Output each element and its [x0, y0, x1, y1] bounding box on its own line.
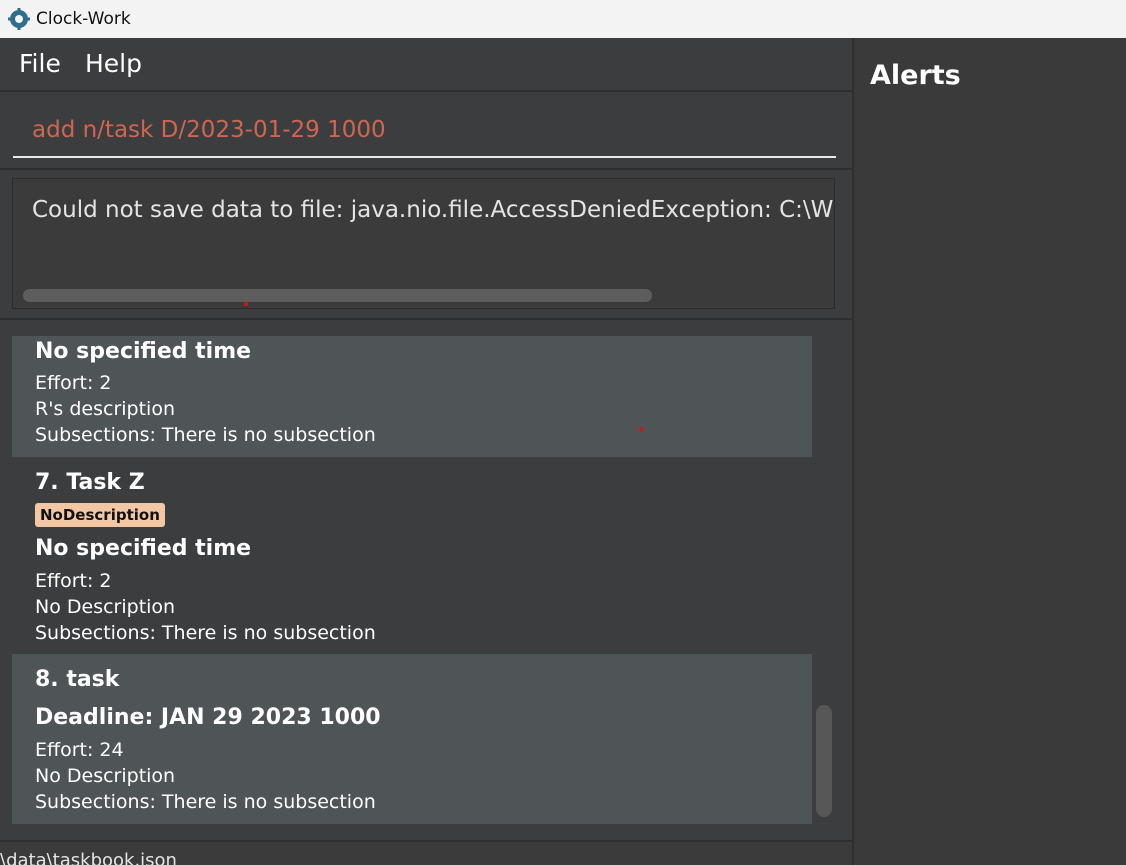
task-time: No specified time: [35, 339, 252, 364]
result-text: Could not save data to file: java.nio.fi…: [32, 197, 835, 223]
task-time: No specified time: [35, 536, 252, 561]
task-title: 8. task: [35, 667, 120, 692]
task-card[interactable]: 8. task Deadline: JAN 29 2023 1000 Effor…: [12, 654, 812, 824]
menu-file[interactable]: File: [19, 49, 61, 78]
result-display-area: Could not save data to file: java.nio.fi…: [0, 170, 852, 320]
menu-bar: File Help: [0, 38, 852, 92]
task-title: 7. Task Z: [35, 470, 145, 495]
task-effort: Effort: 2: [35, 372, 112, 394]
cursor-marker: [639, 427, 643, 431]
alerts-title: Alerts: [870, 60, 961, 91]
cursor-marker: [244, 302, 248, 306]
title-bar: Clock-Work: [0, 0, 1126, 38]
task-subsections: Subsections: There is no subsection: [35, 622, 376, 644]
window-title: Clock-Work: [36, 9, 131, 29]
menu-help[interactable]: Help: [85, 49, 142, 78]
command-box: [0, 92, 852, 170]
save-location: \data\taskbook.json: [0, 850, 177, 865]
task-description: No Description: [35, 596, 176, 618]
task-tag: NoDescription: [35, 503, 165, 527]
main-pane: File Help Could not save data to file: j…: [0, 38, 852, 865]
gear-icon: [8, 8, 30, 30]
task-subsections: Subsections: There is no subsection: [35, 791, 376, 813]
vertical-scrollbar[interactable]: [816, 705, 832, 817]
command-input[interactable]: [13, 104, 836, 158]
task-time: Deadline: JAN 29 2023 1000: [35, 705, 381, 730]
task-description: R's description: [35, 398, 176, 420]
task-card[interactable]: 7. Task Z NoDescription No specified tim…: [12, 457, 812, 654]
task-card[interactable]: No specified time Effort: 2 R's descript…: [12, 336, 812, 457]
task-effort: Effort: 2: [35, 570, 112, 592]
task-effort: Effort: 24: [35, 739, 124, 761]
horizontal-scrollbar[interactable]: [23, 289, 652, 302]
task-subsections: Subsections: There is no subsection: [35, 424, 376, 446]
status-bar: \data\taskbook.json: [0, 840, 852, 865]
result-display[interactable]: Could not save data to file: java.nio.fi…: [12, 178, 835, 309]
task-list[interactable]: No specified time Effort: 2 R's descript…: [0, 320, 852, 840]
task-description: No Description: [35, 765, 176, 787]
alerts-panel: Alerts: [852, 38, 1126, 865]
